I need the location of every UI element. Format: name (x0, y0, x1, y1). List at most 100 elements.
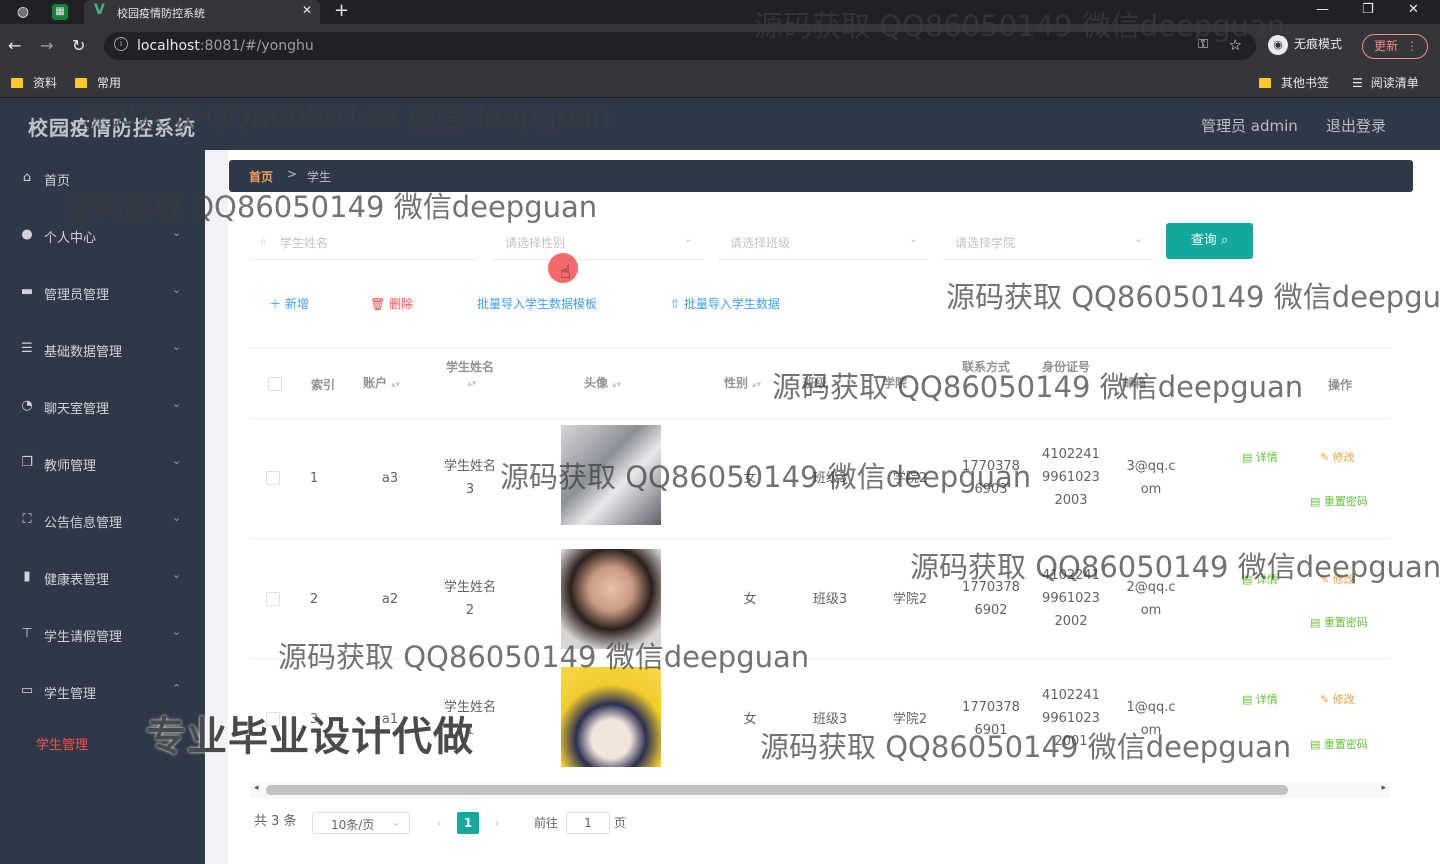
user-icon: ● (21, 227, 33, 242)
reset-label: 重置密码 (1323, 495, 1368, 508)
bookmark-folder[interactable]: 常用 (75, 74, 121, 91)
cell-email: 3@qq.c om (1119, 455, 1183, 501)
cell-name-line: 3 (465, 482, 475, 497)
cell-line: 2003 (1054, 493, 1088, 508)
page-size-select[interactable]: 10条/页 ⌄ (312, 812, 410, 834)
sidebar-item-notices[interactable]: ⛶ 公告信息管理 ⌄ (0, 500, 205, 540)
chevron-down-icon: ⌄ (683, 232, 693, 245)
back-icon[interactable]: ← (8, 36, 21, 55)
update-button[interactable]: 更新 ⋮ (1362, 34, 1428, 59)
cell-index: 2 (309, 592, 319, 607)
scrollbar-thumb[interactable] (266, 785, 1288, 795)
forward-icon[interactable]: → (40, 36, 53, 55)
breadcrumb-current: 学生 (307, 170, 332, 184)
browser-tab[interactable]: V 校园疫情防控系统 ✕ (84, 0, 320, 24)
college-placeholder: 请选择学院 (955, 236, 1016, 250)
minimize-icon[interactable]: — (1316, 2, 1329, 17)
search-input[interactable]: ⌕ 学生姓名 (252, 228, 478, 260)
column-header-name[interactable]: 学生姓名 ▴▾ (442, 358, 498, 389)
detail-button[interactable]: ▤ 详情 (1242, 449, 1278, 465)
close-window-icon[interactable]: ✕ (1408, 2, 1419, 17)
bookmark-folder[interactable]: 资料 (11, 74, 57, 91)
cell-line: 1770378 (962, 700, 1020, 715)
globe-icon[interactable]: ◍ (14, 3, 32, 21)
detail-label: 详情 (1255, 451, 1278, 464)
delete-button[interactable]: 🗑 删除 (370, 295, 413, 312)
add-button[interactable]: ＋ 新增 (269, 295, 309, 312)
sort-icon: ▴▾ (612, 380, 622, 390)
next-page-button[interactable]: › (486, 812, 508, 834)
close-tab-icon[interactable]: ✕ (302, 3, 312, 17)
sidebar-item-health[interactable]: ▮ 健康表管理 ⌄ (0, 557, 205, 597)
column-header-avatar[interactable]: 头像 ▴▾ (584, 374, 621, 391)
bookmark-label: 常用 (97, 76, 122, 90)
select-all-checkbox[interactable] (268, 377, 282, 391)
list-icon: ☰ (21, 341, 33, 356)
row-checkbox[interactable] (266, 471, 280, 485)
chevron-down-icon: ⌄ (172, 625, 182, 638)
column-header-label: 账户 (363, 376, 388, 390)
sidebar-item-teachers[interactable]: ❐ 教师管理 ⌄ (0, 443, 205, 483)
query-button[interactable]: 查询 ⌕ (1166, 223, 1253, 259)
cell-idcard: 4102241 9961023 2003 (1039, 443, 1103, 512)
detail-button[interactable]: ▤ 详情 (1242, 691, 1278, 707)
other-bookmarks[interactable]: 其他书签 (1259, 74, 1329, 91)
document-icon: ▤ (1310, 495, 1324, 508)
delete-label: 删除 (389, 297, 414, 311)
cell-name: 学生姓名 3 (438, 455, 502, 501)
reset-password-button[interactable]: ▤ 重置密码 (1310, 493, 1368, 509)
id-card-icon: ▭ (20, 683, 34, 698)
row-checkbox[interactable] (266, 592, 280, 606)
goto-suffix: 页 (614, 816, 627, 830)
restore-icon[interactable]: ❐ (1362, 2, 1374, 17)
folder-icon (75, 78, 87, 88)
scroll-left-icon[interactable]: ◂ (254, 783, 259, 793)
plus-icon: ＋ (269, 297, 285, 311)
logout-link[interactable]: 退出登录 (1326, 115, 1386, 136)
sidebar-item-label: 基础数据管理 (44, 345, 123, 360)
breadcrumb-separator: > (287, 167, 298, 181)
reload-icon[interactable]: ↻ (72, 36, 85, 55)
import-template-button[interactable]: 批量导入学生数据模板 (477, 295, 597, 312)
pagination-total: 共 3 条 (254, 814, 297, 829)
hand-cursor-icon: ☝ (560, 262, 571, 283)
column-header-account[interactable]: 账户 ▴▾ (363, 374, 400, 391)
new-tab-icon[interactable]: + (334, 0, 349, 21)
sheets-icon[interactable]: ▦ (52, 4, 68, 20)
chevron-up-icon: ⌃ (172, 682, 182, 695)
cell-gender: 女 (743, 592, 757, 607)
edit-button[interactable]: ✎ 修改 (1320, 691, 1355, 707)
watermark-text: 源码获取 QQ86050149 微信deepguan (772, 370, 1304, 404)
reset-password-button[interactable]: ▤ 重置密码 (1310, 614, 1368, 630)
page-number-active[interactable]: 1 (457, 812, 479, 834)
college-select[interactable]: 请选择学院 ⌄ (943, 228, 1153, 260)
gender-select[interactable]: 请选择性别 ⌄ (493, 228, 703, 260)
sidebar-item-basedata[interactable]: ☰ 基础数据管理 ⌄ (0, 329, 205, 369)
home-icon: ⌂ (22, 170, 32, 185)
breadcrumb-home[interactable]: 首页 (249, 168, 273, 185)
promo-watermark: 专业毕业设计代做 (146, 714, 474, 760)
watermark-text: 源码获取 QQ86050149 微信deepguan (66, 190, 598, 224)
class-placeholder: 请选择班级 (730, 236, 791, 250)
sidebar-item-leave[interactable]: ⊤ 学生请假管理 ⌄ (0, 614, 205, 654)
sidebar-item-chatroom[interactable]: ◔ 聊天室管理 ⌄ (0, 386, 205, 426)
goto-page-input[interactable]: 1 (566, 812, 610, 834)
reset-label: 重置密码 (1323, 616, 1368, 629)
column-header-gender[interactable]: 性别 ▴▾ (724, 374, 761, 391)
sidebar-subitem-students[interactable]: 学生管理 (36, 734, 88, 753)
cell-name: 学生姓名 2 (438, 576, 502, 622)
scroll-right-icon[interactable]: ▸ (1381, 783, 1386, 793)
sidebar-item-label: 公告信息管理 (44, 516, 123, 531)
sidebar-item-admins[interactable]: ▬ 管理员管理 ⌄ (0, 272, 205, 312)
reset-password-button[interactable]: ▤ 重置密码 (1310, 736, 1368, 752)
class-select[interactable]: 请选择班级 ⌄ (718, 228, 928, 260)
edit-button[interactable]: ✎ 修改 (1320, 449, 1355, 465)
import-data-button[interactable]: ⇧ 批量导入学生数据 (670, 295, 780, 312)
bar-chart-icon: ▮ (23, 569, 31, 584)
reset-label: 重置密码 (1323, 738, 1368, 751)
column-header-label: 学生姓名 (445, 360, 494, 374)
info-icon[interactable]: i (114, 37, 128, 51)
reading-list[interactable]: ☰ 阅读清单 (1352, 74, 1419, 91)
horizontal-scrollbar[interactable]: ◂ ▸ (250, 782, 1390, 798)
prev-page-button[interactable]: ‹ (428, 812, 450, 834)
